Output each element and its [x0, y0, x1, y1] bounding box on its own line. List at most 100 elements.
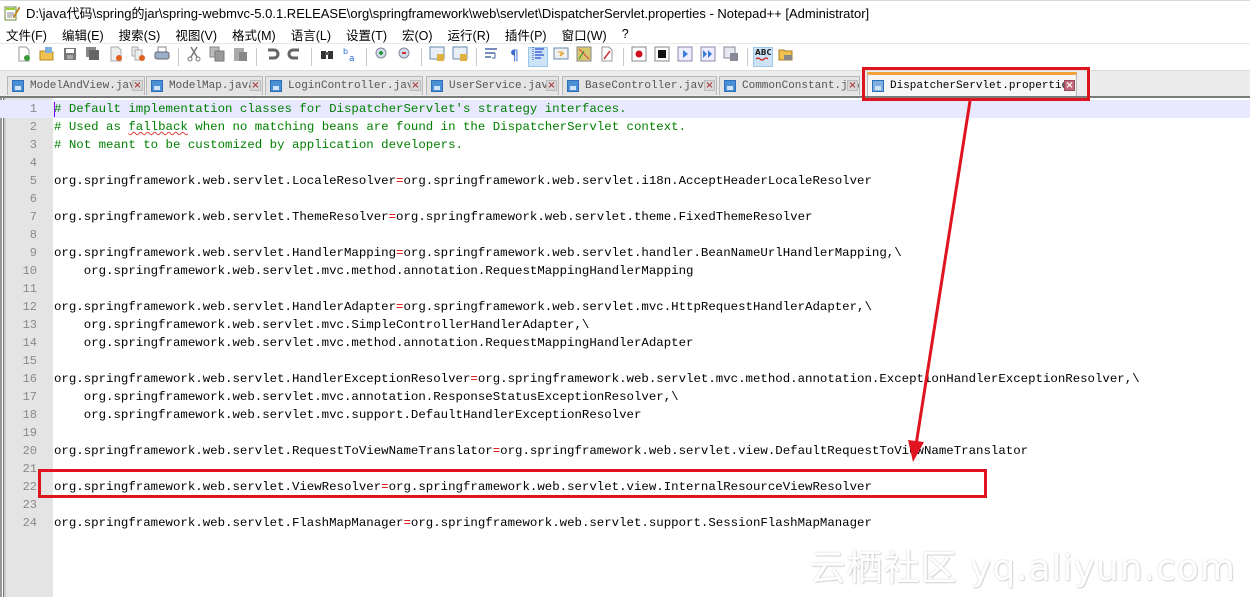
paste-button[interactable]: [230, 47, 250, 67]
cut-icon: [186, 46, 202, 67]
code-line[interactable]: 14 org.springframework.web.servlet.mvc.m…: [0, 334, 1250, 352]
code-line[interactable]: 6: [0, 190, 1250, 208]
code-line[interactable]: 20 org.springframework.web.servlet.Reques…: [0, 442, 1250, 460]
sync-horizontal-button[interactable]: [450, 46, 470, 67]
code-line[interactable]: 19: [0, 424, 1250, 442]
code-line[interactable]: 15: [0, 352, 1250, 370]
menu-item[interactable]: 窗口(W): [562, 25, 607, 44]
code-line[interactable]: 24 org.springframework.web.servlet.FlashM…: [0, 514, 1250, 532]
copy-button[interactable]: [207, 46, 227, 67]
spell-check-button[interactable]: ABC: [753, 46, 773, 67]
open-file-button[interactable]: [37, 47, 57, 67]
svg-text:¶: ¶: [510, 48, 519, 62]
tab-file[interactable]: LoginController.java ×: [265, 76, 423, 95]
toolbar-separator: [476, 47, 477, 66]
line-number: 2: [29, 120, 37, 134]
tab-file[interactable]: ModelAndView.java ×: [7, 76, 145, 95]
tab-file[interactable]: BaseController.java ×: [562, 76, 717, 95]
property-key: org.springframework.web.servlet.FlashMap…: [54, 516, 404, 530]
code-line[interactable]: 16 org.springframework.web.servlet.Handle…: [0, 370, 1250, 388]
save-macro-button[interactable]: [721, 46, 741, 67]
menu-item[interactable]: 搜索(S): [119, 25, 161, 44]
tab-close-icon[interactable]: ×: [410, 80, 421, 91]
replace-button[interactable]: ba: [340, 47, 360, 67]
tab-close-icon[interactable]: ×: [847, 80, 858, 91]
svg-text:ABC: ABC: [755, 48, 771, 57]
close-button[interactable]: [106, 46, 126, 67]
menu-item[interactable]: 运行(R): [448, 25, 490, 44]
show-all-chars-button[interactable]: ¶: [505, 47, 525, 67]
code-line[interactable]: 4: [0, 154, 1250, 172]
menu-item[interactable]: 编辑(E): [62, 25, 104, 44]
copy-icon: [209, 46, 225, 67]
save-button[interactable]: [60, 47, 80, 67]
tab-close-icon[interactable]: ×: [250, 80, 261, 91]
code-line[interactable]: 12 org.springframework.web.servlet.Handle…: [0, 298, 1250, 316]
sync-vertical-button[interactable]: [427, 46, 447, 67]
property-value: org.springframework.web.servlet.mvc.Http…: [403, 300, 872, 314]
line-code: # Not meant to be customized by applicat…: [54, 136, 463, 154]
word-wrap-button[interactable]: [482, 47, 502, 67]
menu-item[interactable]: 插件(P): [505, 25, 547, 44]
close-all-button[interactable]: [129, 46, 149, 67]
notepadpp-icon: [4, 5, 21, 21]
save-all-button[interactable]: [83, 47, 103, 67]
new-file-icon: [16, 46, 32, 67]
menu-item[interactable]: 宏(O): [402, 25, 433, 44]
record-macro-button[interactable]: [629, 46, 649, 67]
tab-file[interactable]: CommonConstant.java ×: [719, 76, 860, 95]
redo-button[interactable]: [285, 47, 305, 67]
code-line[interactable]: 18 org.springframework.web.servlet.mvc.s…: [0, 406, 1250, 424]
menu-item[interactable]: ?: [622, 27, 629, 41]
play-macro-button[interactable]: [675, 46, 695, 67]
code-line[interactable]: 10 org.springframework.web.servlet.mvc.m…: [0, 262, 1250, 280]
line-number: 24: [22, 516, 37, 530]
folder-as-workspace-button[interactable]: [597, 46, 617, 67]
menu-item[interactable]: 格式(M): [232, 25, 276, 44]
open-in-explorer-button[interactable]: [776, 47, 796, 67]
find-button[interactable]: [317, 47, 337, 67]
code-line[interactable]: 17 org.springframework.web.servlet.mvc.a…: [0, 388, 1250, 406]
find-icon: [319, 46, 335, 67]
print-button[interactable]: [152, 46, 172, 67]
new-file-button[interactable]: [14, 46, 34, 67]
doc-map-icon: [553, 46, 569, 67]
cut-button[interactable]: [184, 46, 204, 67]
tab-file[interactable]: UserService.java ×: [426, 76, 559, 95]
code-line[interactable]: 11: [0, 280, 1250, 298]
save-status-icon: [724, 80, 736, 92]
indent-guide-button[interactable]: [528, 46, 548, 67]
undo-button[interactable]: [262, 47, 282, 67]
save-status-icon: [151, 80, 163, 92]
code-line[interactable]: 23: [0, 496, 1250, 514]
line-number: 7: [29, 210, 37, 224]
code-line[interactable]: 1 # Default implementation classes for Di…: [0, 100, 1250, 118]
code-line[interactable]: 2 # Used as fallback when no matching bea…: [0, 118, 1250, 136]
code-line[interactable]: 7 org.springframework.web.servlet.ThemeRe…: [0, 208, 1250, 226]
code-line[interactable]: 13 org.springframework.web.servlet.mvc.S…: [0, 316, 1250, 334]
editor[interactable]: 1 # Default implementation classes for Di…: [0, 96, 1250, 597]
stop-recording-button[interactable]: [652, 46, 672, 67]
code-line[interactable]: 8: [0, 226, 1250, 244]
tab-label: CommonConstant.java: [742, 80, 859, 92]
code-line[interactable]: 3 # Not meant to be customized by applica…: [0, 136, 1250, 154]
menu-item[interactable]: 设置(T): [346, 25, 387, 44]
tab-file[interactable]: ModelMap.java ×: [146, 76, 263, 95]
menu-item[interactable]: 视图(V): [175, 25, 217, 44]
menu-item[interactable]: 文件(F): [6, 25, 47, 44]
tab-close-icon[interactable]: ×: [704, 80, 715, 91]
doc-map-button[interactable]: [551, 47, 571, 67]
tab-close-icon[interactable]: ×: [132, 80, 143, 91]
zoom-out-button[interactable]: [395, 47, 415, 67]
run-macro-multiple-button[interactable]: [698, 46, 718, 67]
code-line[interactable]: 9 org.springframework.web.servlet.Handler…: [0, 244, 1250, 262]
annotation-box-tab: [862, 67, 1090, 101]
code-line[interactable]: 5 org.springframework.web.servlet.LocaleR…: [0, 172, 1250, 190]
zoom-in-icon: [374, 46, 390, 67]
zoom-in-button[interactable]: [372, 47, 392, 67]
tab-close-icon[interactable]: ×: [546, 80, 557, 91]
property-value: org.springframework.web.servlet.handler.…: [403, 246, 902, 260]
menu-item[interactable]: 语言(L): [291, 25, 331, 44]
save-macro-icon: [723, 46, 739, 67]
function-list-button[interactable]: [574, 46, 594, 67]
